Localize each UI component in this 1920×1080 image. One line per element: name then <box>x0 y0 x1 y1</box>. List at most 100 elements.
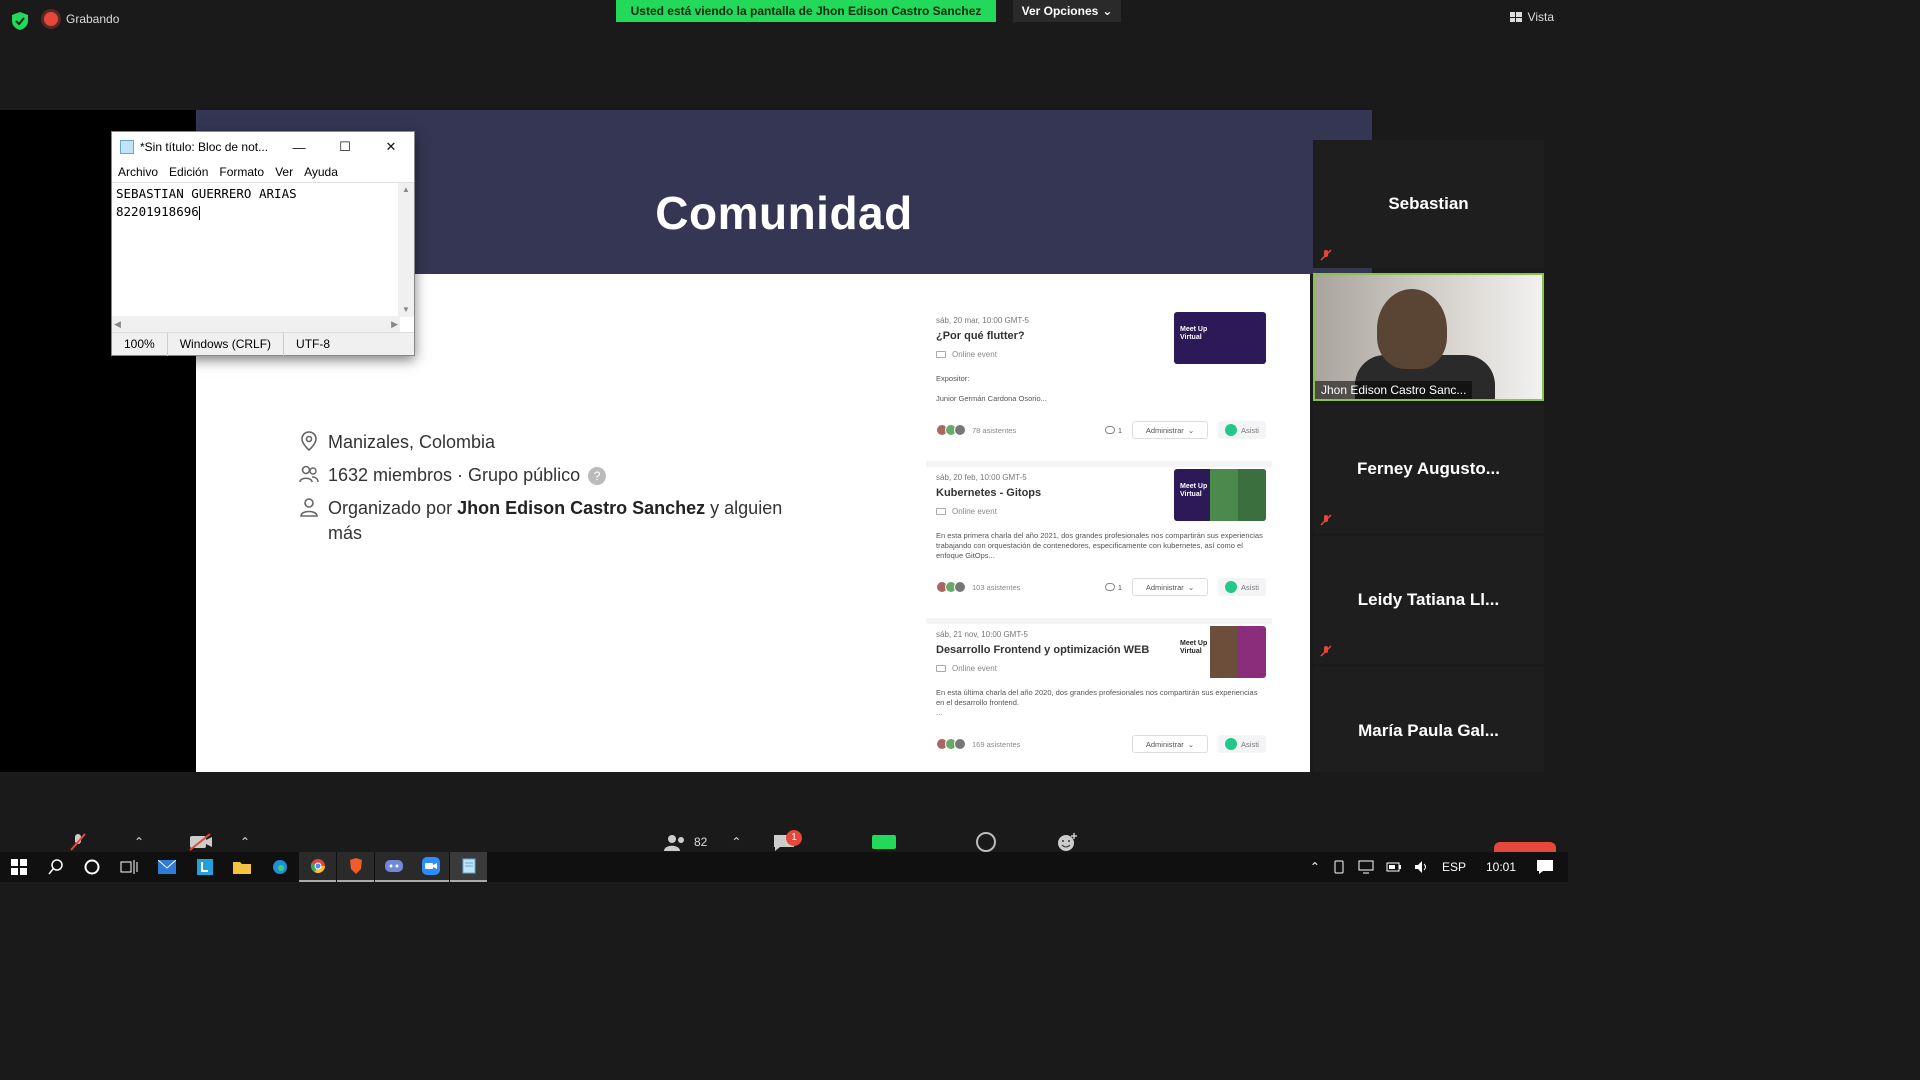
mute-button[interactable]: ⌃ <box>68 832 144 852</box>
close-button[interactable]: ✕ <box>368 132 414 162</box>
start-button[interactable] <box>0 852 37 882</box>
notepad-line2: 82201918696 <box>116 204 199 219</box>
menu-formato[interactable]: Formato <box>219 165 264 179</box>
scroll-down-icon[interactable]: ▼ <box>398 303 414 317</box>
admin-dropdown[interactable]: Administrar ⌄ <box>1132 735 1208 753</box>
event-thumbnail[interactable]: Meet Up Virtual <box>1174 469 1266 521</box>
taskbar-explorer[interactable] <box>223 852 260 882</box>
view-options-button[interactable]: Ver Opciones ⌄ <box>1013 0 1121 22</box>
minimize-button[interactable]: — <box>276 132 322 162</box>
taskbar-chrome[interactable] <box>299 852 336 882</box>
participants-count: 82 <box>694 835 708 849</box>
menu-edicion[interactable]: Edición <box>169 165 208 179</box>
task-view-button[interactable] <box>110 852 147 882</box>
organized-prefix: Organizado por <box>328 498 453 518</box>
language-indicator[interactable]: ESP <box>1442 860 1466 874</box>
event-desc-line2: ... <box>936 708 943 717</box>
battery-icon[interactable] <box>1386 861 1402 873</box>
menu-ayuda[interactable]: Ayuda <box>304 165 338 179</box>
device-icon[interactable] <box>1332 860 1346 874</box>
comments-button[interactable]: 1 <box>1104 426 1122 435</box>
notepad-window[interactable]: *Sin título: Bloc de not... — ☐ ✕ Archiv… <box>111 131 415 356</box>
recording-indicator[interactable]: Grabando <box>44 12 119 26</box>
admin-dropdown[interactable]: Administrar ⌄ <box>1132 421 1208 439</box>
windows-logo-icon <box>10 859 27 875</box>
taskbar-app-l[interactable] <box>186 852 223 882</box>
participant-name: Leidy Tatiana Ll... <box>1357 590 1500 609</box>
chevron-up-icon[interactable]: ⌃ <box>1310 860 1320 874</box>
taskbar-edge[interactable] <box>261 852 298 882</box>
participant-video-tile[interactable]: Jhon Edison Castro Sanc... <box>1313 273 1544 401</box>
admin-dropdown[interactable]: Administrar ⌄ <box>1132 578 1208 596</box>
event-online-label: Online event <box>952 664 997 673</box>
share-screen-button[interactable] <box>872 832 896 852</box>
grid-icon <box>1509 12 1522 22</box>
help-icon[interactable]: ? <box>588 467 607 486</box>
security-shield-icon[interactable] <box>12 12 28 30</box>
notifications-icon[interactable] <box>1536 859 1554 875</box>
clock[interactable]: 10:01 <box>1486 860 1516 874</box>
organizer-name[interactable]: Jhon Edison Castro Sanchez <box>457 498 705 518</box>
chevron-up-icon[interactable]: ⌃ <box>240 835 250 849</box>
comments-button[interactable]: 1 <box>1104 583 1122 592</box>
taskbar-discord[interactable] <box>375 852 412 882</box>
event-thumbnail[interactable]: Meet Up Virtual <box>1174 312 1266 364</box>
rsvp-status[interactable]: Asisti <box>1218 735 1266 753</box>
view-button[interactable]: Vista <box>1509 10 1554 24</box>
end-meeting-button[interactable] <box>1494 842 1556 852</box>
taskbar-brave[interactable] <box>337 852 374 882</box>
taskbar-notepad[interactable] <box>450 852 487 882</box>
video-button[interactable]: ⌃ <box>188 832 250 852</box>
record-button[interactable] <box>976 832 996 852</box>
video-camera-icon <box>936 351 946 358</box>
notepad-editor[interactable]: SEBASTIAN GUERRERO ARIAS 82201918696 ▲ ▼… <box>112 182 414 332</box>
chevron-down-icon: ⌄ <box>1187 582 1195 592</box>
event-card[interactable]: sáb, 20 feb, 10:00 GMT-5 Kubernetes - Gi… <box>926 467 1272 624</box>
group-info: Manizales, Colombia 1632 miembros · Grup… <box>298 430 782 554</box>
notepad-titlebar[interactable]: *Sin título: Bloc de not... — ☐ ✕ <box>112 132 414 162</box>
chat-button[interactable]: 1 <box>772 830 802 852</box>
cortana-button[interactable] <box>73 852 110 882</box>
organizer-row: Organizado por Jhon Edison Castro Sanche… <box>298 496 782 546</box>
maximize-button[interactable]: ☐ <box>322 132 368 162</box>
horizontal-scrollbar[interactable]: ◀ ▶ <box>112 316 400 332</box>
rsvp-status[interactable]: Asisti <box>1218 421 1266 439</box>
participants-button[interactable]: 82 ⌃ <box>664 832 741 852</box>
chevron-up-icon[interactable]: ⌃ <box>731 835 741 849</box>
windows-taskbar: ⌃ ESP 10:01 <box>0 852 1568 882</box>
menu-ver[interactable]: Ver <box>275 165 293 179</box>
vertical-scrollbar[interactable]: ▲ ▼ <box>398 183 414 317</box>
event-title[interactable]: Kubernetes - Gitops <box>936 487 1166 499</box>
brave-icon <box>349 858 362 874</box>
scroll-left-icon[interactable]: ◀ <box>114 319 121 330</box>
event-title[interactable]: ¿Por qué flutter? <box>936 330 1166 342</box>
participant-tile[interactable]: Leidy Tatiana Ll... <box>1313 536 1544 664</box>
speaker-photo <box>1210 469 1238 521</box>
participant-tile[interactable]: Sebastian <box>1313 140 1544 268</box>
scroll-right-icon[interactable]: ▶ <box>391 319 398 330</box>
system-tray: ⌃ ESP 10:01 <box>1310 852 1568 882</box>
network-icon[interactable] <box>1358 860 1374 874</box>
participant-tile[interactable]: Ferney Augusto... <box>1313 405 1544 533</box>
chevron-down-icon: ⌄ <box>1187 739 1195 749</box>
rsvp-status[interactable]: Asisti <box>1218 578 1266 596</box>
notepad-statusbar: 100% Windows (CRLF) UTF-8 <box>112 332 414 356</box>
event-card[interactable]: sáb, 21 nov, 10:00 GMT-5 Desarrollo Fron… <box>926 624 1272 781</box>
reactions-button[interactable] <box>1056 832 1078 852</box>
taskbar-mail[interactable] <box>148 852 185 882</box>
volume-icon[interactable] <box>1414 860 1430 874</box>
mail-icon <box>157 860 176 874</box>
event-thumbnail[interactable]: Meet Up Virtual <box>1174 626 1266 678</box>
search-icon <box>47 859 63 875</box>
event-card[interactable]: sáb, 20 mar, 10:00 GMT-5 ¿Por qué flutte… <box>926 310 1272 467</box>
search-button[interactable] <box>37 852 74 882</box>
notepad-text[interactable]: SEBASTIAN GUERRERO ARIAS 82201918696 <box>116 185 297 221</box>
muted-mic-icon <box>1320 514 1332 526</box>
menu-archivo[interactable]: Archivo <box>118 165 158 179</box>
line-ending: Windows (CRLF) <box>168 332 285 356</box>
scroll-up-icon[interactable]: ▲ <box>398 183 414 197</box>
event-footer: 78 asistentes 1 Administrar ⌄ Asisti <box>936 421 1266 439</box>
chevron-up-icon[interactable]: ⌃ <box>134 835 144 849</box>
event-title[interactable]: Desarrollo Frontend y optimización WEB <box>936 644 1166 656</box>
taskbar-zoom[interactable] <box>412 852 449 882</box>
